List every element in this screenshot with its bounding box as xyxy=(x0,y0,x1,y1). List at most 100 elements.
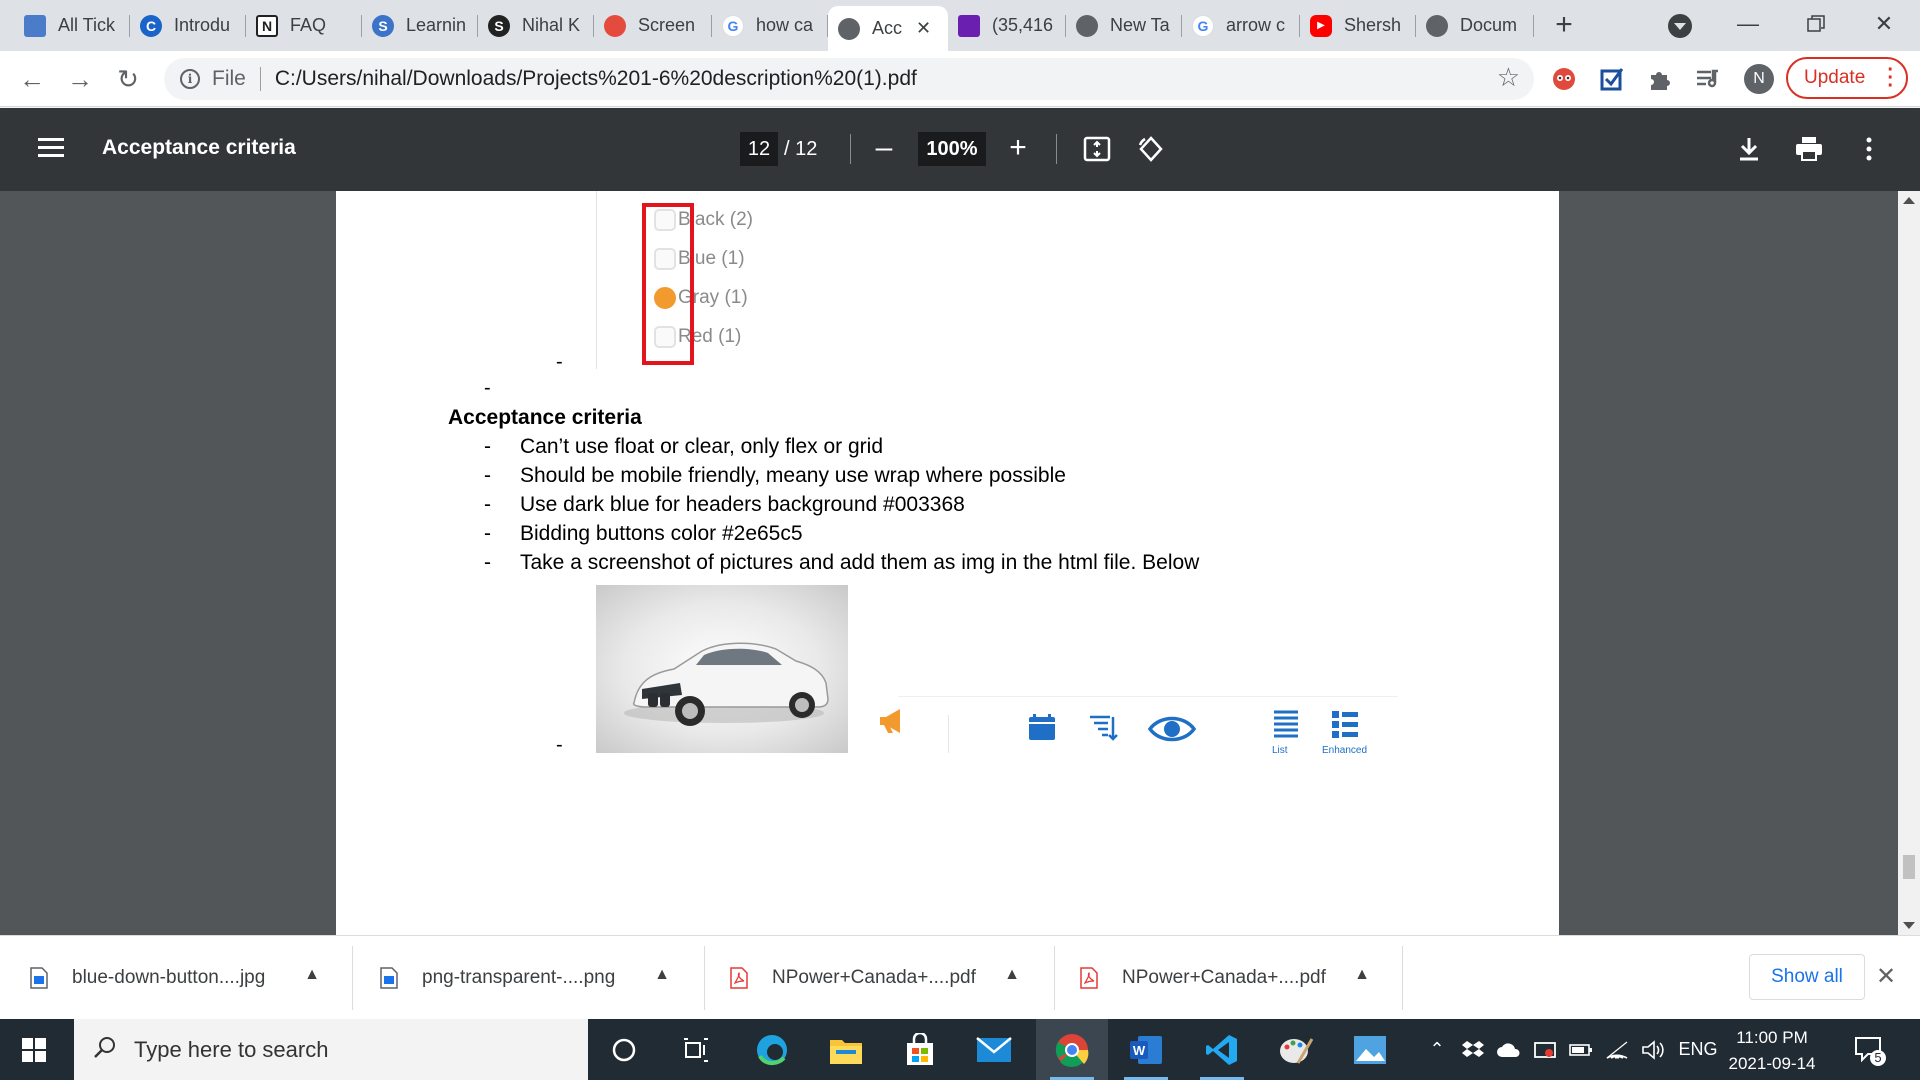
rotate-icon[interactable] xyxy=(1134,132,1168,166)
mail-icon[interactable] xyxy=(958,1019,1030,1080)
page-number-input[interactable]: 12 xyxy=(740,132,778,166)
scroll-down-arrow-icon[interactable] xyxy=(1903,922,1915,929)
battery-icon[interactable] xyxy=(1566,1019,1596,1080)
eye-icon xyxy=(1147,715,1197,748)
search-placeholder: Type here to search xyxy=(134,1036,329,1062)
list-view-label: List xyxy=(1272,745,1288,754)
security-icon[interactable] xyxy=(1530,1019,1560,1080)
browser-tab[interactable]: S Nihal K xyxy=(478,6,594,45)
onedrive-icon[interactable] xyxy=(1494,1019,1524,1080)
chevron-up-icon[interactable]: ▲ xyxy=(654,966,670,984)
browser-tab[interactable]: Ghow ca xyxy=(712,6,828,45)
browser-tab[interactable]: (35,416 xyxy=(948,6,1066,45)
address-url[interactable]: C:/Users/nihal/Downloads/Projects%201-6%… xyxy=(275,67,917,91)
store-icon[interactable] xyxy=(884,1019,956,1080)
address-bar[interactable]: i File C:/Users/nihal/Downloads/Projects… xyxy=(164,58,1534,100)
windows-start-icon[interactable] xyxy=(22,1038,46,1062)
car-image xyxy=(596,585,848,753)
browser-tab[interactable]: All Tick xyxy=(14,6,130,45)
update-button[interactable]: Update · · · xyxy=(1786,57,1908,99)
download-filename: NPower+Canada+....pdf xyxy=(772,967,976,988)
download-item[interactable]: png-transparent-....png ▲ xyxy=(350,936,700,1020)
new-tab-button[interactable]: + xyxy=(1546,8,1582,42)
extensions-puzzle-icon[interactable] xyxy=(1644,63,1676,95)
s-logo-icon: S xyxy=(488,14,510,37)
vscode-icon[interactable] xyxy=(1186,1019,1258,1080)
scrollbar-thumb[interactable] xyxy=(1903,855,1915,879)
c-logo-icon: C xyxy=(140,14,162,37)
paint-icon[interactable] xyxy=(1260,1019,1332,1080)
dropbox-icon[interactable] xyxy=(1458,1019,1488,1080)
browser-tab[interactable]: S Learnin xyxy=(362,6,478,45)
chevron-up-icon[interactable]: ▲ xyxy=(1004,966,1020,984)
browser-tab[interactable]: ▶ Shersh xyxy=(1300,6,1416,45)
scroll-up-arrow-icon[interactable] xyxy=(1903,197,1915,204)
info-icon[interactable]: i xyxy=(180,69,200,89)
pdf-viewer[interactable]: Black (2) Blue (1) Gray (1) Red (1) - - … xyxy=(0,191,1920,935)
more-options-icon[interactable] xyxy=(1852,132,1886,166)
fit-to-page-icon[interactable] xyxy=(1080,132,1114,166)
close-tab-icon[interactable]: ✕ xyxy=(916,18,931,39)
tray-overflow-icon[interactable]: ⌃ xyxy=(1422,1019,1452,1080)
notifications-icon[interactable]: 5 xyxy=(1854,1034,1886,1066)
download-item[interactable]: NPower+Canada+....pdf ▲ xyxy=(700,936,1050,1020)
browser-tab[interactable]: Garrow c xyxy=(1182,6,1300,45)
youtube-icon: ▶ xyxy=(1310,14,1332,37)
wifi-icon[interactable] xyxy=(1602,1019,1632,1080)
tab-label: Learnin xyxy=(406,15,467,35)
language-indicator[interactable]: ENG xyxy=(1674,1019,1722,1080)
browser-tab[interactable]: Docum xyxy=(1416,6,1534,45)
close-download-bar-icon[interactable]: ✕ xyxy=(1876,962,1896,991)
chrome-icon[interactable] xyxy=(1036,1019,1108,1080)
photos-icon[interactable] xyxy=(1334,1019,1406,1080)
browser-tab[interactable]: New Ta xyxy=(1066,6,1182,45)
edge-icon[interactable] xyxy=(736,1019,808,1080)
task-view-icon[interactable] xyxy=(660,1019,732,1080)
list-dash: - xyxy=(556,734,563,756)
word-icon[interactable]: W xyxy=(1110,1019,1182,1080)
toolbar-divider xyxy=(1056,134,1057,164)
svg-text:W: W xyxy=(1133,1043,1146,1058)
restore-icon[interactable] xyxy=(1796,6,1836,42)
download-icon[interactable] xyxy=(1732,132,1766,166)
chevron-up-icon[interactable]: ▲ xyxy=(304,966,320,984)
search-icon xyxy=(92,1034,118,1065)
tab-label: Shersh xyxy=(1344,15,1402,35)
google-icon: G xyxy=(722,14,744,37)
profile-avatar[interactable]: N xyxy=(1744,64,1774,94)
zoom-in-icon[interactable]: + xyxy=(1000,130,1036,166)
list-item: Should be mobile friendly, meany use wra… xyxy=(484,464,1199,493)
browser-tab[interactable]: N FAQ xyxy=(246,6,362,45)
vertical-scrollbar[interactable] xyxy=(1898,191,1920,935)
tab-label: Docum xyxy=(1460,15,1518,35)
reload-icon[interactable]: ↻ xyxy=(112,63,144,95)
volume-icon[interactable] xyxy=(1638,1019,1668,1080)
print-icon[interactable] xyxy=(1792,132,1826,166)
browser-tab[interactable]: Acc ✕ xyxy=(828,6,948,51)
forward-arrow-icon[interactable]: → xyxy=(64,63,96,95)
minimize-icon[interactable]: — xyxy=(1728,6,1768,42)
clock[interactable]: 11:00 PM 2021-09-14 xyxy=(1724,1025,1820,1077)
download-bar: blue-down-button....jpg ▲ png-transparen… xyxy=(0,935,1920,1019)
download-item[interactable]: blue-down-button....jpg ▲ xyxy=(0,936,350,1020)
file-explorer-icon[interactable] xyxy=(810,1019,882,1080)
cortana-icon[interactable] xyxy=(588,1019,660,1080)
chevron-up-icon[interactable]: ▲ xyxy=(1354,966,1370,984)
menu-icon[interactable] xyxy=(38,138,64,158)
browser-tab[interactable]: C Introdu xyxy=(130,6,246,45)
show-all-button[interactable]: Show all xyxy=(1749,954,1865,1000)
bookmark-star-icon[interactable]: ☆ xyxy=(1497,62,1520,93)
tab-label: New Ta xyxy=(1110,15,1170,35)
extension-check-icon[interactable] xyxy=(1596,63,1628,95)
download-item[interactable]: NPower+Canada+....pdf ▲ xyxy=(1050,936,1400,1020)
back-arrow-icon[interactable]: ← xyxy=(16,63,48,95)
tab-search-icon[interactable] xyxy=(1668,14,1692,38)
reading-list-icon[interactable] xyxy=(1692,63,1724,95)
zoom-out-icon[interactable]: – xyxy=(866,130,902,166)
extension-face-icon[interactable] xyxy=(1548,63,1580,95)
browser-tab[interactable]: Screen xyxy=(594,6,712,45)
list-item: Can’t use float or clear, only flex or g… xyxy=(484,435,1199,464)
window-close-icon[interactable]: ✕ xyxy=(1864,6,1904,42)
taskbar-search-box[interactable]: Type here to search xyxy=(74,1019,588,1080)
zoom-level-input[interactable]: 100% xyxy=(918,132,986,166)
